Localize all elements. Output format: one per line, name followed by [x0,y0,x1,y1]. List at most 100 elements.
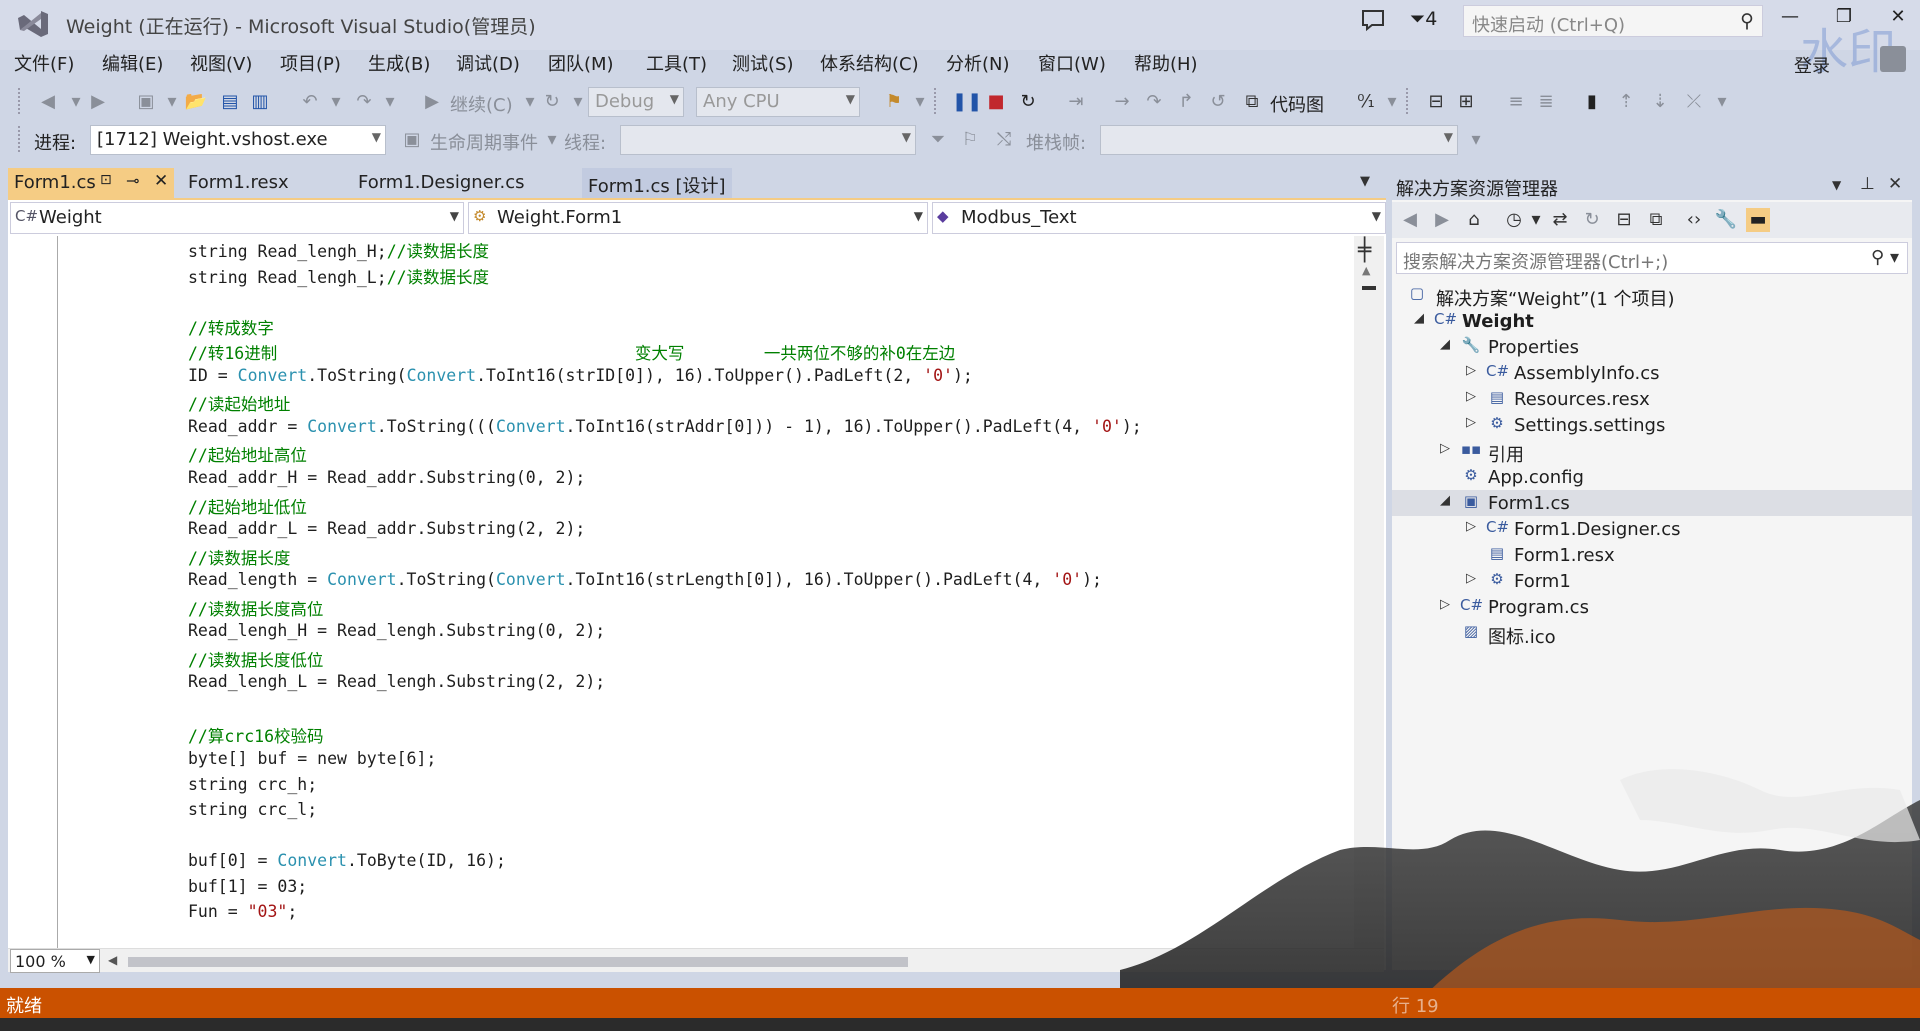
stop-icon[interactable]: ■ [984,90,1008,114]
configuration-select[interactable]: Debug ▼ [588,87,684,117]
tab-form1-designer-cs[interactable]: Form1.Designer.cs [352,168,530,198]
home-icon[interactable]: ⌂ [1462,208,1486,232]
dropdown-arrow-icon[interactable]: ▾ [378,90,402,114]
menu-item[interactable]: 编辑(E) [102,50,163,76]
collapse-arrow-icon[interactable]: ◢ [1438,337,1452,352]
preview-selected-icon[interactable]: ▬ [1746,208,1770,232]
tree-item[interactable]: ◢ 🔧 Properties [1392,334,1912,360]
toggle-threads-icon[interactable]: ⤭ [992,128,1016,152]
pending-changes-filter-icon[interactable]: ◷ [1502,208,1526,232]
clear-bookmarks-icon[interactable]: ⤫ [1682,90,1706,114]
step-out-icon[interactable]: ↱ [1174,90,1198,114]
back-icon[interactable]: ◀ [1398,208,1422,232]
prev-bookmark-icon[interactable]: ⇡ [1614,90,1638,114]
next-bookmark-icon[interactable]: ⇣ [1648,90,1672,114]
tab-form1-cs[interactable]: Form1.cs ⊡ ⊸ ✕ [8,168,174,198]
tree-item[interactable]: ▢ 解决方案“Weight”(1 个项目) [1392,282,1912,310]
expand-arrow-icon[interactable]: ▷ [1464,389,1478,404]
forward-icon[interactable]: ▶ [86,90,110,114]
horizontal-scroll-thumb[interactable] [128,957,908,967]
tree-item[interactable]: ◢ C# Weight [1392,308,1912,334]
tab-form1-design[interactable]: Form1.cs [设计] [582,168,732,198]
lifecycle-events-icon[interactable]: ▣ [400,128,424,152]
refresh-icon[interactable]: ↻ [540,90,564,114]
collapse-arrow-icon[interactable]: ◢ [1438,493,1452,508]
login-link[interactable]: 登录 [1794,52,1830,78]
show-next-statement-icon[interactable]: ⇥ [1064,90,1088,114]
expand-arrow-icon[interactable]: ▷ [1464,415,1478,430]
comment-icon[interactable]: ⊟ [1424,90,1448,114]
class-nav-select[interactable]: ⚙ Weight.Form1 ▼ [468,202,928,234]
tree-item[interactable]: ▷ C# Program.cs [1392,594,1912,620]
dropdown-arrow-icon[interactable]: ▾ [908,90,932,114]
tree-item[interactable]: ◢ ▣ Form1.cs [1392,490,1912,516]
menu-item[interactable]: 窗口(W) [1038,50,1106,76]
menu-item[interactable]: 分析(N) [946,50,1010,76]
pin-icon[interactable]: ⊡ [100,172,112,188]
redo-icon[interactable]: ↷ [352,90,376,114]
expand-arrow-icon[interactable]: ▷ [1464,363,1478,378]
process-select[interactable]: [1712] Weight.vshost.exe ▼ [90,125,386,155]
step-back-icon[interactable]: ↺ [1206,90,1230,114]
menu-item[interactable]: 体系结构(C) [820,50,919,76]
save-all-icon[interactable]: ▥ [248,90,272,114]
tree-item[interactable]: ▷ ⚙ Settings.settings [1392,412,1912,438]
close-icon[interactable]: ✕ [1888,174,1902,194]
dropdown-arrow-icon[interactable]: ▾ [566,90,590,114]
view-code-icon[interactable]: ‹› [1682,208,1706,232]
member-nav-select[interactable]: ◆ Modbus_Text ▼ [932,202,1386,234]
uncomment-icon[interactable]: ⊞ [1454,90,1478,114]
bookmark-icon[interactable]: ▮ [1580,90,1604,114]
toolbar-options-icon[interactable]: ▾ [1710,90,1734,114]
tab-form1-resx[interactable]: Form1.resx [182,168,295,198]
tree-item[interactable]: ▷ ▪▪ 引用 [1392,438,1912,466]
code-text-area[interactable]: string Read_lengh_H;//读数据长度 string Read_l… [8,236,1354,948]
refresh-icon[interactable]: ↻ [1580,208,1604,232]
tree-item[interactable]: ▨ 图标.ico [1392,620,1912,648]
stack-frame-select[interactable]: ▼ [1100,125,1458,155]
notification-icon[interactable] [1360,8,1386,32]
toolbar-options-icon[interactable]: ▾ [1464,128,1488,152]
step-over-icon[interactable]: ↷ [1142,90,1166,114]
vertical-scrollbar[interactable]: ╪ ▲ [1354,236,1384,948]
menu-item[interactable]: 项目(P) [280,50,341,76]
quick-launch-input[interactable]: 快速启动 (Ctrl+Q) ⚲ [1463,5,1763,37]
pin-tab-icon[interactable]: ⊸ [126,171,139,190]
toolbar-grip[interactable] [1406,88,1410,114]
filter-threads-icon[interactable]: ⏷ [926,128,950,152]
menu-item[interactable]: 文件(F) [14,50,74,76]
flag-threads-icon[interactable]: ⚐ [958,128,982,152]
zoom-select[interactable]: 100 % ▼ [10,949,100,973]
show-all-files-icon[interactable]: ⧉ [1644,208,1668,232]
find-in-files-icon[interactable]: ⚑ [882,90,906,114]
scroll-left-icon[interactable]: ◀ [108,953,117,967]
dropdown-arrow-icon[interactable]: ▾ [518,90,542,114]
toolbar-grip[interactable] [18,88,22,114]
expand-arrow-icon[interactable]: ▷ [1438,441,1452,456]
restart-icon[interactable]: ↻ [1016,90,1040,114]
expand-arrow-icon[interactable]: ▷ [1464,519,1478,534]
dropdown-arrow-icon[interactable]: ▾ [64,90,88,114]
project-nav-select[interactable]: C# Weight ▼ [10,202,464,234]
dropdown-arrow-icon[interactable]: ▾ [1380,90,1404,114]
menu-item[interactable]: 调试(D) [456,50,520,76]
undo-icon[interactable]: ↶ [298,90,322,114]
new-project-icon[interactable]: ▣ [134,90,158,114]
menu-item[interactable]: 团队(M) [548,50,614,76]
back-icon[interactable]: ◀ [36,90,60,114]
pause-icon[interactable]: ❚❚ [952,90,982,114]
menu-item[interactable]: 生成(B) [368,50,430,76]
menu-item[interactable]: 帮助(H) [1134,50,1198,76]
thread-select[interactable]: ▼ [620,125,916,155]
feedback-filter-indicator[interactable]: ⏷4 [1410,8,1437,30]
tree-item[interactable]: ⚙ App.config [1392,464,1912,490]
toolbar-grip[interactable] [18,126,22,152]
scroll-thumb[interactable] [1362,286,1376,290]
toolbar-grip[interactable] [934,88,938,114]
step-into-icon[interactable]: → [1110,90,1134,114]
continue-button[interactable]: 继续(C) [450,91,513,117]
split-window-icon[interactable]: ╪ [1358,238,1371,263]
platform-select[interactable]: Any CPU ▼ [696,87,860,117]
code-map-button[interactable]: 代码图 [1270,91,1324,117]
dropdown-arrow-icon[interactable]: ▾ [160,90,184,114]
